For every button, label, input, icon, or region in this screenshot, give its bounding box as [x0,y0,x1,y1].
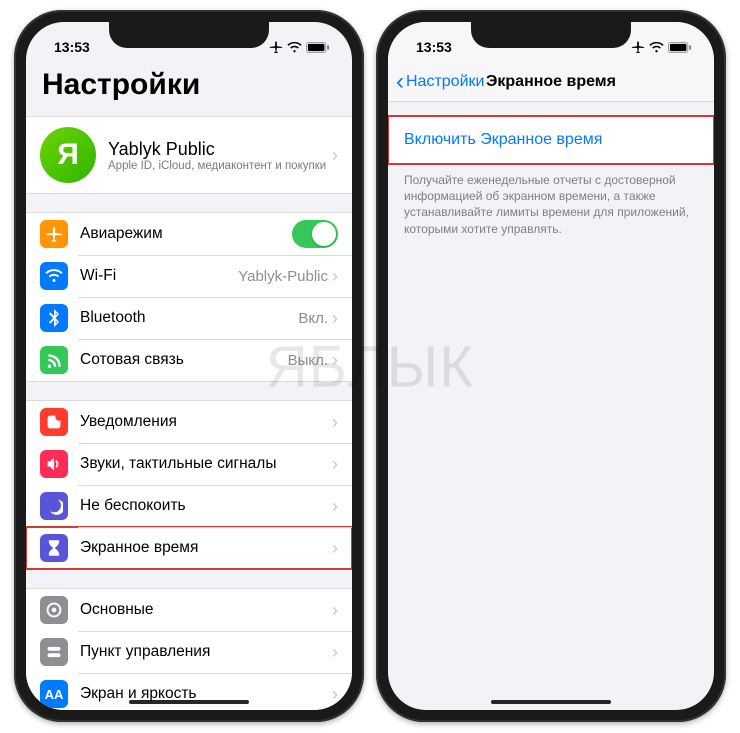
chevron-right-icon: › [332,454,338,475]
connectivity-group: Авиарежим Wi-Fi Yablyk-Public › Bluetoot… [26,212,352,382]
chevron-right-icon: › [332,642,338,663]
status-icons [269,40,330,54]
toggles-icon [40,638,68,666]
bell-icon [40,408,68,436]
moon-icon [40,492,68,520]
phone-left: 13:53 Настройки Я Yablyk Public Apple ID… [14,10,364,722]
chevron-right-icon: › [332,350,338,371]
chevron-right-icon: › [332,308,338,329]
wifi-status-icon [287,42,302,53]
bluetooth-icon [40,304,68,332]
wifi-row[interactable]: Wi-Fi Yablyk-Public › [26,255,352,297]
nav-title: Экранное время [486,73,616,91]
chevron-right-icon: › [332,145,338,166]
battery-status-icon [668,42,692,53]
display-icon: AA [40,680,68,708]
display-row[interactable]: AA Экран и яркость › [26,673,352,710]
apple-id-row[interactable]: Я Yablyk Public Apple ID, iCloud, медиак… [26,117,352,193]
status-time: 13:53 [54,39,90,55]
screen-right: 13:53 ‹ Настройки Экранное время Включит… [388,22,714,710]
hourglass-icon [40,534,68,562]
general-row[interactable]: Основные › [26,589,352,631]
screen-left: 13:53 Настройки Я Yablyk Public Apple ID… [26,22,352,710]
notifications-label: Уведомления [80,413,332,431]
cellular-row[interactable]: Сотовая связь Выкл. › [26,339,352,381]
airplane-label: Авиарежим [80,225,292,243]
notifications-group: Уведомления › Звуки, тактильные сигналы … [26,400,352,570]
general-group: Основные › Пункт управления › AA Экран и… [26,588,352,710]
chevron-right-icon: › [332,600,338,621]
cellular-icon [40,346,68,374]
battery-status-icon [306,42,330,53]
phone-right: 13:53 ‹ Настройки Экранное время Включит… [376,10,726,722]
sounds-label: Звуки, тактильные сигналы [80,455,332,473]
page-title: Настройки [26,62,352,112]
footer-description: Получайте еженедельные отчеты с достовер… [388,164,714,237]
chevron-right-icon: › [332,496,338,517]
enable-screentime-button[interactable]: Включить Экранное время [388,116,714,164]
screentime-label: Экранное время [80,539,332,557]
chevron-right-icon: › [332,538,338,559]
cellular-value: Выкл. [288,352,328,369]
profile-sub: Apple ID, iCloud, медиаконтент и покупки [108,160,332,172]
notifications-row[interactable]: Уведомления › [26,401,352,443]
profile-name: Yablyk Public [108,139,332,160]
chevron-right-icon: › [332,412,338,433]
status-icons [631,40,692,54]
bluetooth-value: Вкл. [298,310,328,327]
bluetooth-row[interactable]: Bluetooth Вкл. › [26,297,352,339]
chevron-right-icon: › [332,684,338,705]
controlcenter-label: Пункт управления [80,643,332,661]
general-label: Основные [80,601,332,619]
wifi-label: Wi-Fi [80,267,238,285]
chevron-left-icon: ‹ [396,70,404,94]
avatar: Я [40,127,96,183]
wifi-status-icon [649,42,664,53]
cellular-label: Сотовая связь [80,351,288,369]
home-indicator [491,700,611,704]
bluetooth-label: Bluetooth [80,309,298,327]
status-time: 13:53 [416,39,452,55]
nav-bar: ‹ Настройки Экранное время [388,62,714,102]
airplane-status-icon [631,40,645,54]
back-label: Настройки [406,73,484,91]
airplane-icon [40,220,68,248]
speaker-icon [40,450,68,478]
wifi-value: Yablyk-Public [238,268,328,285]
chevron-right-icon: › [332,266,338,287]
notch [109,22,269,48]
airplane-toggle[interactable] [292,220,338,248]
home-indicator [129,700,249,704]
notch [471,22,631,48]
back-button[interactable]: ‹ Настройки [396,70,484,94]
controlcenter-row[interactable]: Пункт управления › [26,631,352,673]
airplane-row[interactable]: Авиарежим [26,213,352,255]
screentime-row[interactable]: Экранное время › [26,527,352,569]
airplane-status-icon [269,40,283,54]
sounds-row[interactable]: Звуки, тактильные сигналы › [26,443,352,485]
gear-icon [40,596,68,624]
dnd-label: Не беспокоить [80,497,332,515]
dnd-row[interactable]: Не беспокоить › [26,485,352,527]
wifi-icon [40,262,68,290]
profile-group: Я Yablyk Public Apple ID, iCloud, медиак… [26,116,352,194]
